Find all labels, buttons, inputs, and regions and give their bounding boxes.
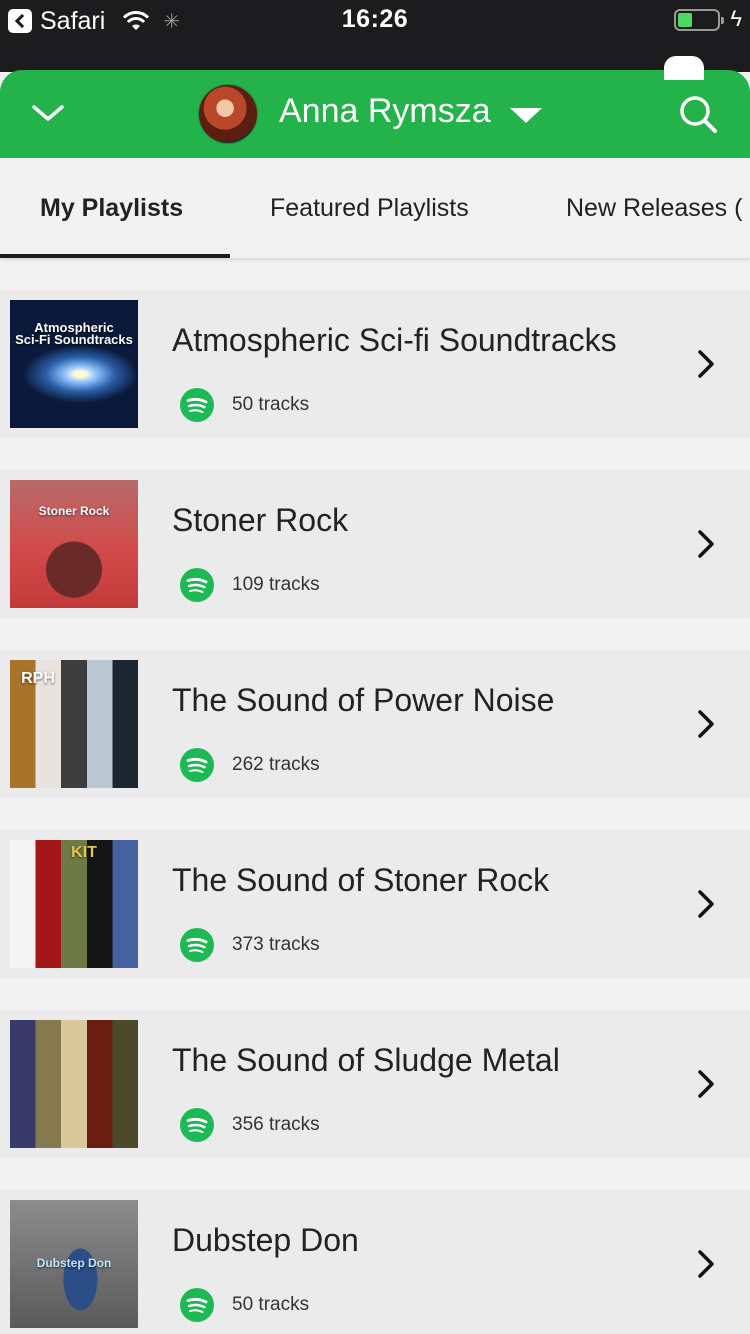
track-count: 109 tracks [232, 574, 320, 595]
playlist-title[interactable]: The Sound of Stoner Rock [172, 862, 549, 899]
spotify-icon [180, 1288, 214, 1322]
tab-new-releases[interactable]: New Releases ( [566, 194, 742, 223]
spotify-icon [180, 568, 214, 602]
app-header: Anna Rymsza [0, 56, 750, 158]
cover-title: KIT [71, 844, 97, 861]
playlist-meta: 50 tracks [180, 1288, 309, 1322]
playlist-title[interactable]: The Sound of Sludge Metal [172, 1042, 560, 1079]
playlist-cover: Stoner Rock [10, 480, 138, 608]
tab-my-playlists[interactable]: My Playlists [40, 194, 183, 223]
chevron-right-icon[interactable] [694, 1248, 718, 1280]
tab-bar: My Playlists Featured Playlists New Rele… [0, 158, 750, 258]
chevron-right-icon[interactable] [694, 1068, 718, 1100]
playlist-row[interactable]: Dubstep Don Dubstep Don 50 tracks [0, 1190, 750, 1334]
chevron-right-icon[interactable] [694, 348, 718, 380]
chevron-down-icon[interactable] [22, 90, 74, 138]
playlist-cover: Atmospheric Sci-Fi Soundtracks [10, 300, 138, 428]
charging-bolt-icon: ϟ [730, 6, 742, 31]
playlist-row[interactable]: Atmospheric Sci-Fi Soundtracks Atmospher… [0, 290, 750, 438]
playlist-row[interactable]: KIT The Sound of Stoner Rock 373 tracks [0, 830, 750, 978]
search-button[interactable] [676, 92, 720, 136]
playlist-meta: 262 tracks [180, 748, 320, 782]
settings-tab-edge [664, 56, 704, 80]
playlist-row[interactable]: Stoner Rock Stoner Rock 109 tracks [0, 470, 750, 618]
spotify-icon [180, 928, 214, 962]
user-name[interactable]: Anna Rymsza [279, 92, 491, 131]
playlist-title[interactable]: Dubstep Don [172, 1222, 359, 1259]
playlist-meta: 373 tracks [180, 928, 320, 962]
track-count: 356 tracks [232, 1114, 320, 1135]
playlist-meta: 356 tracks [180, 1108, 320, 1142]
chevron-right-icon[interactable] [694, 888, 718, 920]
playlist-cover: RPH [10, 660, 138, 788]
playlist-cover: KIT [10, 840, 138, 968]
avatar[interactable] [198, 84, 258, 144]
playlist-meta: 109 tracks [180, 568, 320, 602]
playlist-title[interactable]: The Sound of Power Noise [172, 682, 554, 719]
clock: 16:26 [341, 5, 409, 33]
cover-title: RPH [21, 670, 55, 687]
caret-down-icon[interactable] [510, 108, 542, 123]
collapse-button[interactable] [22, 90, 74, 138]
playlist-meta: 50 tracks [180, 388, 309, 422]
track-count: 373 tracks [232, 934, 320, 955]
playlist-row[interactable]: The Sound of Sludge Metal 356 tracks [0, 1010, 750, 1158]
playlist-cover: Dubstep Don [10, 1200, 138, 1328]
playlist-cover [10, 1020, 138, 1148]
playlist-row[interactable]: RPH The Sound of Power Noise 262 tracks [0, 650, 750, 798]
status-bar: Safari ✳ 16:26 ϟ [0, 0, 750, 72]
playlist-title[interactable]: Stoner Rock [172, 502, 348, 539]
spotify-icon [180, 1108, 214, 1142]
cover-title: Stoner Rock [38, 504, 110, 518]
track-count: 262 tracks [232, 754, 320, 775]
active-tab-indicator [0, 254, 230, 258]
search-icon[interactable] [676, 92, 720, 136]
chevron-right-icon[interactable] [694, 708, 718, 740]
spotify-icon [180, 388, 214, 422]
tab-featured-playlists[interactable]: Featured Playlists [270, 194, 469, 223]
track-count: 50 tracks [232, 1294, 310, 1315]
spotify-icon [180, 748, 214, 782]
track-count: 50 tracks [232, 394, 310, 415]
playlist-title[interactable]: Atmospheric Sci-fi Soundtracks [172, 322, 617, 359]
battery-icon [674, 9, 724, 31]
cover-title: Atmospheric Sci-Fi Soundtracks [15, 320, 133, 347]
chevron-right-icon[interactable] [694, 528, 718, 560]
cover-title: Dubstep Don [36, 1256, 112, 1270]
